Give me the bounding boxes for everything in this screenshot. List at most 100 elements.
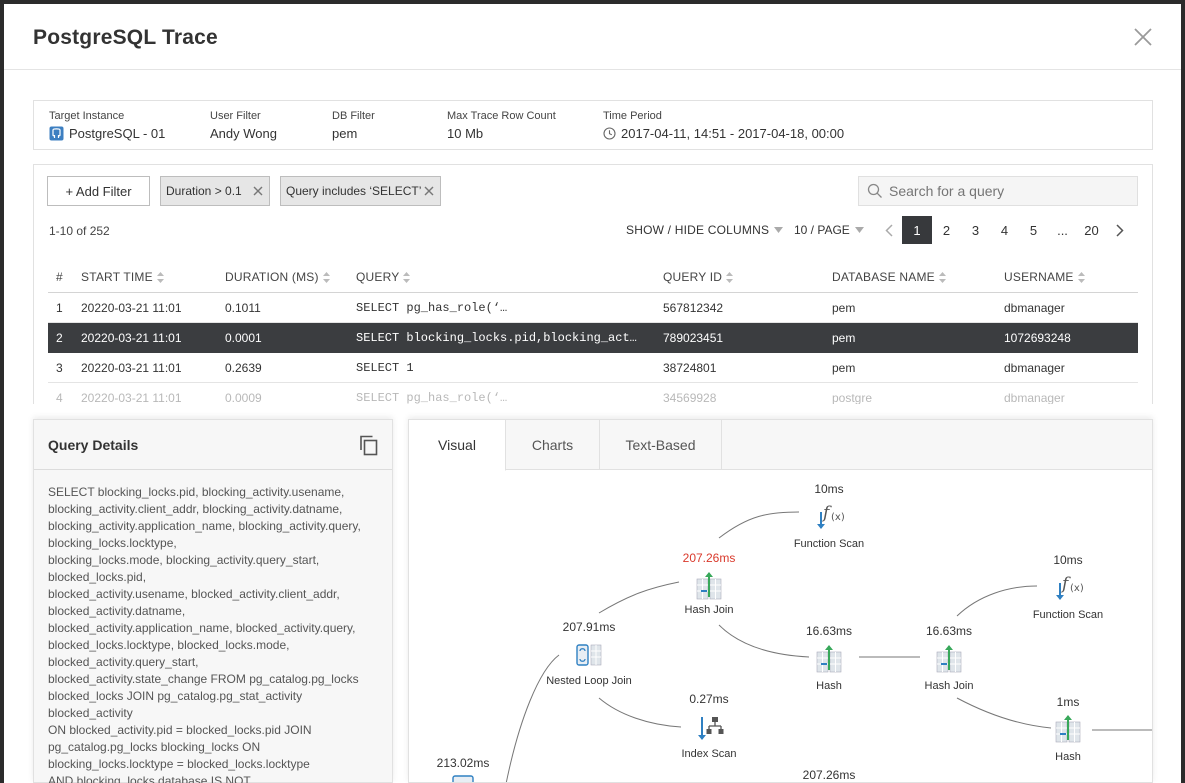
column-header-username[interactable]: USERNAME — [1004, 270, 1085, 284]
function-icon[interactable]: f (x) — [1052, 571, 1084, 603]
max-rows-label: Max Trace Row Count — [447, 110, 556, 122]
plan-node-label: Hash — [1055, 751, 1081, 763]
plan-node-label: Function Scan — [793, 538, 865, 550]
target-instance: Target Instance PostgreSQL - 01 — [49, 110, 165, 141]
trace-table-panel: + Add Filter Duration > 0.1 Query includ… — [33, 164, 1153, 404]
per-page-dropdown[interactable]: 10 / PAGE — [794, 223, 864, 237]
db-filter-label: DB Filter — [332, 110, 375, 122]
trace-info-panel: Target Instance PostgreSQL - 01 User Fil… — [33, 100, 1153, 150]
user-filter-label: User Filter — [210, 110, 261, 122]
query-search[interactable] — [858, 176, 1138, 206]
show-hide-label: SHOW / HIDE COLUMNS — [626, 223, 770, 237]
column-header-database-name[interactable]: DATABASE NAME — [832, 270, 946, 284]
query-plan-panel: Visual Charts Text-Based 10ms f (x) Func… — [408, 419, 1153, 783]
query-details-text: SELECT blocking_locks.pid, blocking_acti… — [48, 485, 361, 783]
sort-icon — [938, 271, 946, 283]
function-icon[interactable]: f (x) — [813, 500, 845, 532]
plan-node-time: 16.63ms — [805, 624, 853, 638]
db-filter-value: pem — [332, 126, 358, 141]
search-icon — [867, 183, 882, 198]
caret-down-icon — [774, 227, 784, 233]
page-button-1[interactable]: 1 — [902, 216, 932, 244]
column-header-start-time[interactable]: START TIME — [81, 270, 164, 284]
column-header-query-id[interactable]: QUERY ID — [663, 270, 734, 284]
index-scan-icon[interactable] — [693, 711, 725, 743]
page-button-4[interactable]: 4 — [990, 216, 1019, 244]
modal-header: PostgreSQL Trace — [4, 4, 1181, 70]
plan-node-label: Hash — [816, 680, 842, 692]
filter-chip-label: Duration > 0.1 — [166, 184, 242, 198]
page-button-3[interactable]: 3 — [961, 216, 990, 244]
svg-text:(x): (x) — [831, 512, 845, 523]
plan-connectors — [505, 511, 1152, 782]
query-details-panel: Query Details SELECT blocking_locks.pid,… — [33, 419, 393, 783]
plan-node-label: Nested Loop Join — [546, 675, 632, 687]
table-row-selected[interactable]: 2 20220-03-21 11:01 0.0001 SELECT blocki… — [48, 323, 1138, 353]
result-count: 1-10 of 252 — [49, 224, 110, 238]
nested-loop-icon[interactable] — [573, 639, 605, 671]
max-trace-row-count: Max Trace Row Count 10 Mb — [447, 110, 556, 141]
show-hide-columns-dropdown[interactable]: SHOW / HIDE COLUMNS — [626, 223, 784, 237]
time-period-value: 2017-04-11, 14:51 - 2017-04-18, 00:00 — [621, 126, 845, 141]
chevron-left-icon — [885, 223, 893, 237]
filter-chip-query[interactable]: Query includes ‘SELECT’ — [280, 176, 441, 206]
page-ellipsis: ... — [1057, 222, 1068, 238]
time-period: Time Period 2017-04-11, 14:51 - 2017-04-… — [603, 110, 844, 141]
sort-icon — [403, 271, 411, 283]
table-row[interactable]: 3 20220-03-21 11:01 0.2639 SELECT 1 3872… — [48, 353, 1138, 383]
column-header-index: # — [56, 270, 63, 284]
plan-node-time: 207.26ms — [802, 768, 856, 782]
page-button-5[interactable]: 5 — [1019, 216, 1048, 244]
plan-node-time: 213.02ms — [436, 756, 490, 770]
plan-node-label: Hash Join — [684, 604, 734, 616]
filter-chip-label: Query includes ‘SELECT’ — [286, 184, 422, 198]
plan-node-time: 1ms — [1056, 695, 1080, 709]
prev-page-button[interactable] — [878, 216, 900, 244]
caret-down-icon — [854, 227, 864, 233]
user-filter-value: Andy Wong — [210, 126, 277, 141]
copy-icon[interactable] — [358, 434, 380, 456]
plan-node-time: 10ms — [814, 482, 844, 496]
filter-chip-duration[interactable]: Duration > 0.1 — [160, 176, 270, 206]
time-period-label: Time Period — [603, 110, 662, 122]
next-page-button[interactable] — [1106, 216, 1134, 244]
plan-node-time: 10ms — [1053, 553, 1083, 567]
column-header-query[interactable]: QUERY — [356, 270, 411, 284]
remove-filter-icon[interactable] — [251, 184, 265, 198]
hash-join-icon[interactable] — [693, 571, 725, 603]
svg-text:(x): (x) — [1070, 583, 1084, 594]
target-instance-value: PostgreSQL - 01 — [69, 126, 166, 141]
page-title: PostgreSQL Trace — [33, 26, 218, 49]
sort-icon — [156, 271, 164, 283]
sort-icon — [1077, 271, 1085, 283]
pagination: 1 2 3 4 5 ... 20 — [878, 216, 1134, 244]
page-button-20[interactable]: 20 — [1077, 216, 1106, 244]
query-details-title: Query Details — [48, 437, 139, 453]
plan-node-label: Index Scan — [681, 748, 737, 760]
per-page-label: 10 / PAGE — [794, 223, 850, 237]
scan-icon[interactable] — [447, 774, 479, 783]
postgres-elephant-icon — [49, 126, 64, 141]
hash-icon[interactable] — [1052, 714, 1084, 746]
plan-node-time: 207.91ms — [562, 620, 616, 634]
plan-node-time-slowest: 207.26ms — [682, 551, 736, 565]
chevron-right-icon — [1116, 223, 1124, 237]
clock-icon — [603, 127, 616, 140]
plan-node-label: Hash Join — [924, 680, 974, 692]
hash-icon[interactable] — [813, 644, 845, 676]
trace-table: # START TIME DURATION (MS) QUERY QUERY I… — [48, 260, 1138, 404]
add-filter-button[interactable]: + Add Filter — [47, 176, 150, 206]
hash-join-icon[interactable] — [933, 644, 965, 676]
page-button-2[interactable]: 2 — [932, 216, 961, 244]
db-filter: DB Filter pem — [332, 110, 375, 141]
max-rows-value: 10 Mb — [447, 126, 484, 141]
plan-node-label: Function Scan — [1032, 609, 1104, 621]
table-row[interactable]: 1 20220-03-21 11:01 0.1011 SELECT pg_has… — [48, 293, 1138, 323]
table-row[interactable]: 4 20220-03-21 11:01 0.0009 SELECT pg_has… — [48, 383, 1138, 404]
close-icon[interactable] — [1132, 26, 1154, 48]
column-header-duration[interactable]: DURATION (MS) — [225, 270, 330, 284]
plan-node-time: 0.27ms — [689, 692, 729, 706]
remove-filter-icon[interactable] — [422, 184, 436, 198]
search-input[interactable] — [889, 183, 1129, 199]
sort-icon — [726, 271, 734, 283]
